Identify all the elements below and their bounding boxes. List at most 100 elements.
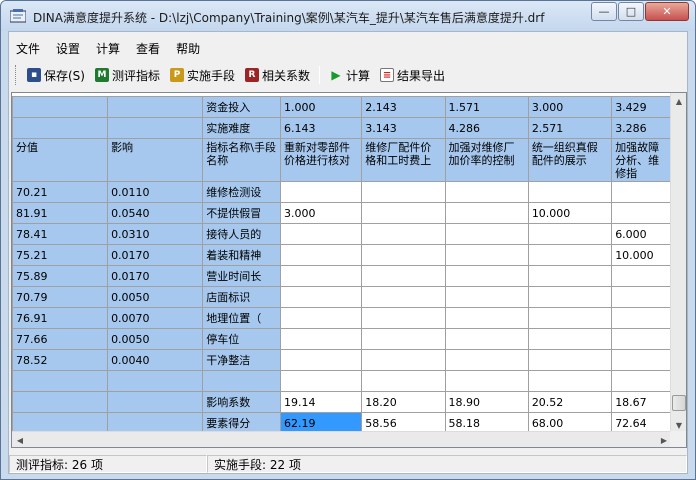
grid-param-cell[interactable]: 2.571: [527, 117, 613, 139]
row-header-cell[interactable]: 不提供假冒: [202, 202, 281, 224]
row-header-cell[interactable]: [107, 412, 204, 433]
grid-param-cell[interactable]: [107, 117, 204, 139]
row-header-cell[interactable]: [202, 370, 281, 392]
close-button[interactable]: ✕: [645, 2, 689, 21]
row-header-cell[interactable]: 0.0170: [107, 265, 204, 287]
grid-cell[interactable]: [527, 307, 613, 329]
row-header-cell[interactable]: 75.21: [12, 244, 109, 266]
grid-cell[interactable]: [527, 244, 613, 266]
grid-cell[interactable]: [361, 181, 446, 203]
grid-summary-cell[interactable]: 58.56: [361, 412, 446, 433]
row-header-cell[interactable]: 78.52: [12, 349, 109, 371]
title-bar[interactable]: DINA满意度提升系统 - D:\lzj\Company\Training\案例…: [1, 1, 695, 31]
grid-param-cell[interactable]: 1.571: [444, 96, 529, 118]
menu-calculate[interactable]: 计算: [88, 38, 128, 60]
grid-cell[interactable]: 3.000: [279, 202, 363, 224]
grid-cell[interactable]: [611, 265, 672, 287]
grid-cell[interactable]: [444, 181, 529, 203]
grid-summary-cell[interactable]: 18.90: [444, 391, 529, 413]
row-header-cell[interactable]: [12, 412, 109, 433]
scroll-left-icon[interactable]: ◀: [12, 432, 28, 447]
row-header-cell[interactable]: 着装和精神: [202, 244, 281, 266]
grid-cell[interactable]: [279, 370, 363, 392]
grid-summary-cell[interactable]: 19.14: [279, 391, 363, 413]
grid-column-header[interactable]: 分值: [12, 138, 109, 182]
grid-cell[interactable]: [611, 349, 672, 371]
row-header-cell[interactable]: [107, 391, 204, 413]
grid-cell[interactable]: [279, 181, 363, 203]
grid-cell[interactable]: [527, 349, 613, 371]
grid-param-cell[interactable]: 3.429: [611, 96, 672, 118]
grid-cell[interactable]: [279, 307, 363, 329]
grid-param-cell[interactable]: 实施难度: [202, 117, 281, 139]
grid-param-cell[interactable]: [107, 96, 204, 118]
grid-cell[interactable]: [361, 307, 446, 329]
export-button[interactable]: ≡ 结果导出: [375, 64, 450, 86]
grid-param-cell[interactable]: 资金投入: [202, 96, 281, 118]
grid-param-cell[interactable]: 2.143: [361, 96, 446, 118]
grid-summary-cell[interactable]: 62.19: [279, 412, 363, 433]
data-grid[interactable]: 资金投入 1.000 2.143 1.571 3.000 3.429 实施难度 6.143 3.…: [11, 92, 687, 448]
row-header-cell[interactable]: 0.0170: [107, 244, 204, 266]
grid-cell[interactable]: [361, 286, 446, 308]
grid-param-cell[interactable]: 3.143: [361, 117, 446, 139]
toolbar-grip[interactable]: [15, 65, 18, 85]
grid-cell[interactable]: [279, 328, 363, 350]
grid-cell[interactable]: [444, 223, 529, 245]
grid-cell[interactable]: [527, 265, 613, 287]
grid-column-header[interactable]: 影响: [107, 138, 204, 182]
grid-cell[interactable]: [279, 223, 363, 245]
scroll-up-icon[interactable]: ▲: [671, 93, 686, 109]
grid-cell[interactable]: [527, 286, 613, 308]
menu-view[interactable]: 查看: [128, 38, 168, 60]
grid-cell[interactable]: [279, 265, 363, 287]
maximize-button[interactable]: □: [618, 2, 644, 21]
grid-cell[interactable]: [444, 370, 529, 392]
grid-summary-cell[interactable]: 58.18: [444, 412, 529, 433]
grid-summary-cell[interactable]: 18.67: [611, 391, 672, 413]
row-header-cell[interactable]: 0.0050: [107, 328, 204, 350]
grid-cell[interactable]: [444, 202, 529, 224]
row-header-cell[interactable]: [12, 391, 109, 413]
grid-column-header[interactable]: 重新对零部件价格进行核对: [279, 138, 363, 182]
menu-settings[interactable]: 设置: [48, 38, 88, 60]
grid-param-cell[interactable]: 6.143: [279, 117, 363, 139]
row-header-cell[interactable]: 0.0310: [107, 223, 204, 245]
grid-param-cell[interactable]: 4.286: [444, 117, 529, 139]
row-header-cell[interactable]: 78.41: [12, 223, 109, 245]
grid-cell[interactable]: [527, 181, 613, 203]
grid-cell[interactable]: [361, 328, 446, 350]
grid-cell[interactable]: [527, 223, 613, 245]
row-header-cell[interactable]: 0.0540: [107, 202, 204, 224]
row-header-cell[interactable]: 0.0070: [107, 307, 204, 329]
row-header-cell[interactable]: 81.91: [12, 202, 109, 224]
grid-cell[interactable]: [361, 202, 446, 224]
grid-cell[interactable]: [444, 244, 529, 266]
row-header-cell[interactable]: 76.91: [12, 307, 109, 329]
grid-cell[interactable]: [444, 307, 529, 329]
row-header-cell[interactable]: 地理位置（: [202, 307, 281, 329]
grid-cell[interactable]: [527, 328, 613, 350]
grid-cell[interactable]: [611, 286, 672, 308]
row-header-cell[interactable]: 维修检测设: [202, 181, 281, 203]
row-header-cell[interactable]: 店面标识: [202, 286, 281, 308]
grid-column-header[interactable]: 维修厂配件价格和工时费上: [361, 138, 446, 182]
grid-cell[interactable]: [361, 223, 446, 245]
menu-file[interactable]: 文件: [9, 38, 48, 60]
row-header-cell[interactable]: 0.0110: [107, 181, 204, 203]
grid-cell[interactable]: [444, 265, 529, 287]
correlation-button[interactable]: R 相关系数: [240, 64, 315, 86]
grid-cell[interactable]: 10.000: [527, 202, 613, 224]
row-header-cell[interactable]: 0.0050: [107, 286, 204, 308]
grid-param-cell[interactable]: [12, 96, 109, 118]
grid-param-cell[interactable]: 3.286: [611, 117, 672, 139]
row-header-cell[interactable]: 营业时间长: [202, 265, 281, 287]
vertical-scrollbar[interactable]: ▲ ▼: [670, 93, 686, 433]
row-header-cell[interactable]: 70.79: [12, 286, 109, 308]
row-header-cell[interactable]: [12, 370, 109, 392]
row-header-cell[interactable]: 干净整洁: [202, 349, 281, 371]
row-header-cell[interactable]: 停车位: [202, 328, 281, 350]
grid-column-header[interactable]: 加强对维修厂加价率的控制: [444, 138, 529, 182]
grid-cell[interactable]: 10.000: [611, 244, 672, 266]
row-header-cell[interactable]: [107, 370, 204, 392]
